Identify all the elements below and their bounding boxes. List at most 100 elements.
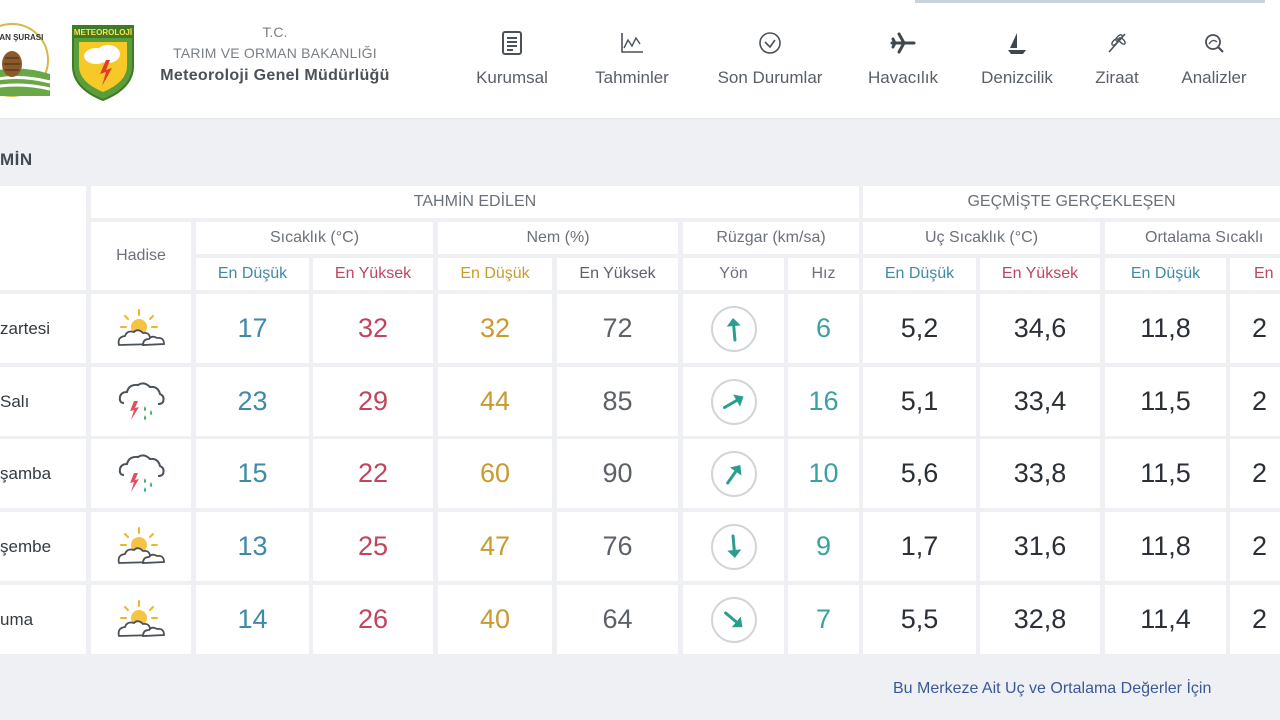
extreme-min-cell: 5,5 [863, 585, 976, 654]
day-name-cell: uma [0, 585, 86, 654]
humidity-header: Nem (%) [438, 222, 678, 254]
orman-surasi-logo[interactable]: ORMAN ŞURASI [0, 14, 56, 106]
top-strip [915, 0, 1265, 3]
avg-max-cell: 2 [1230, 512, 1280, 581]
thunderstorm-icon [118, 453, 165, 492]
extreme-max-cell: 33,8 [980, 439, 1100, 508]
humidity-max-cell: 85 [557, 367, 678, 436]
group-header-past: GEÇMİŞTE GERÇEKLEŞEN [863, 186, 1280, 218]
nav-label: Kurumsal [476, 68, 548, 87]
wind-direction-cell [683, 439, 784, 508]
nav-ziraat[interactable]: Ziraat [1086, 26, 1148, 88]
partly-cloudy-icon [117, 599, 165, 637]
wind-direction-cell [683, 585, 784, 654]
wind-arrow-icon [723, 610, 742, 627]
temp-min-cell: 14 [196, 585, 309, 654]
agency-label[interactable]: Meteoroloji Genel Müdürlüğü [140, 64, 410, 88]
nav-son-durumlar[interactable]: Son Durumlar [706, 26, 834, 88]
wind-direction-circle [710, 596, 757, 643]
temp-min-cell: 17 [196, 294, 309, 363]
humidity-min-cell: 44 [438, 367, 552, 436]
avg-temp-header: Ortalama Sıcaklı [1105, 222, 1280, 254]
wind-direction-circle [710, 450, 757, 497]
day-name-cell: zartesi [0, 294, 86, 363]
meteoroloji-logo[interactable]: METEOROLOJİ [70, 22, 136, 102]
avg-min-subheader: En Düşük [1105, 258, 1226, 290]
temp-max-cell: 22 [313, 439, 433, 508]
temp-min-cell: 13 [196, 512, 309, 581]
tc-label: T.C. [262, 24, 288, 40]
avg-min-cell: 11,8 [1105, 512, 1226, 581]
wind-direction-circle [710, 378, 757, 425]
wind-arrow-icon [722, 393, 744, 409]
humidity-max-cell: 72 [557, 294, 678, 363]
site-header: ORMAN ŞURASI METEOROLOJİ T.C. TARIM VE O… [0, 0, 1280, 119]
nav-label: Tahminler [595, 68, 669, 87]
nav-label: Ziraat [1095, 68, 1139, 87]
weather-icon-cell [91, 439, 191, 508]
avg-max-cell: 2 [1230, 585, 1280, 654]
extreme-max-cell: 31,6 [980, 512, 1100, 581]
avg-max-cell: 2 [1230, 367, 1280, 436]
nav-denizcilik[interactable]: Denizcilik [972, 26, 1062, 88]
avg-min-cell: 11,8 [1105, 294, 1226, 363]
nav-havacilik[interactable]: Havacılık [860, 26, 946, 88]
temp-max-cell: 29 [313, 367, 433, 436]
humidity-max-cell: 76 [557, 512, 678, 581]
wind-arrow-icon [726, 534, 741, 558]
extreme-min-subheader: En Düşük [863, 258, 976, 290]
partly-cloudy-icon [117, 526, 165, 564]
wind-speed-cell: 10 [788, 439, 859, 508]
avg-max-cell: 2 [1230, 294, 1280, 363]
svg-text:ORMAN ŞURASI: ORMAN ŞURASI [0, 33, 43, 42]
extreme-max-cell: 34,6 [980, 294, 1100, 363]
wind-speed-cell: 7 [788, 585, 859, 654]
wind-direction-subheader: Yön [683, 258, 784, 290]
organization-title: T.C. TARIM VE ORMAN BAKANLIĞI Meteoroloj… [140, 22, 410, 88]
airplane-icon [890, 32, 916, 54]
humidity-min-cell: 32 [438, 294, 552, 363]
analysis-icon [1205, 34, 1224, 53]
nav-label: Denizcilik [981, 68, 1053, 87]
avg-max-subheader: En [1230, 258, 1280, 290]
temp-max-cell: 32 [313, 294, 433, 363]
humidity-max-cell: 90 [557, 439, 678, 508]
nav-tahminler[interactable]: Tahminler [584, 26, 680, 88]
wind-header: Rüzgar (km/sa) [683, 222, 859, 254]
group-header-forecast: TAHMİN EDİLEN [91, 186, 859, 218]
wheat-icon [1108, 33, 1126, 53]
wind-arrow-icon [725, 464, 741, 485]
extreme-min-cell: 5,6 [863, 439, 976, 508]
extreme-max-subheader: En Yüksek [980, 258, 1100, 290]
nav-label: Analizler [1181, 68, 1247, 87]
humidity-max-cell: 64 [557, 585, 678, 654]
temp-max-cell: 25 [313, 512, 433, 581]
temp-min-subheader: En Düşük [196, 258, 309, 290]
extreme-average-values-link[interactable]: Bu Merkeze Ait Uç ve Ortalama Değerler İ… [893, 680, 1211, 698]
wind-arrow-icon [726, 317, 741, 341]
humidity-min-cell: 60 [438, 439, 552, 508]
svg-text:METEOROLOJİ: METEOROLOJİ [74, 28, 132, 37]
avg-min-cell: 11,5 [1105, 367, 1226, 436]
hadise-header: Hadise [91, 222, 191, 290]
day-header-cell [0, 186, 86, 290]
extreme-min-cell: 5,1 [863, 367, 976, 436]
ministry-label: TARIM VE ORMAN BAKANLIĞI [173, 45, 377, 61]
extreme-max-cell: 33,4 [980, 367, 1100, 436]
avg-min-cell: 11,5 [1105, 439, 1226, 508]
nav-kurumsal[interactable]: Kurumsal [466, 26, 558, 88]
wind-direction-circle [710, 523, 757, 570]
weather-icon-cell [91, 512, 191, 581]
humidity-min-cell: 40 [438, 585, 552, 654]
section-title: MİN [0, 150, 33, 169]
temp-min-cell: 23 [196, 367, 309, 436]
day-name-cell: şamba [0, 439, 86, 508]
nav-analizler[interactable]: Analizler [1172, 26, 1256, 88]
humidity-max-subheader: En Yüksek [557, 258, 678, 290]
wind-direction-cell [683, 294, 784, 363]
humidity-min-cell: 47 [438, 512, 552, 581]
temp-min-cell: 15 [196, 439, 309, 508]
wind-speed-cell: 9 [788, 512, 859, 581]
extreme-temp-header: Uç Sıcaklık (°C) [863, 222, 1100, 254]
document-icon [502, 31, 522, 55]
